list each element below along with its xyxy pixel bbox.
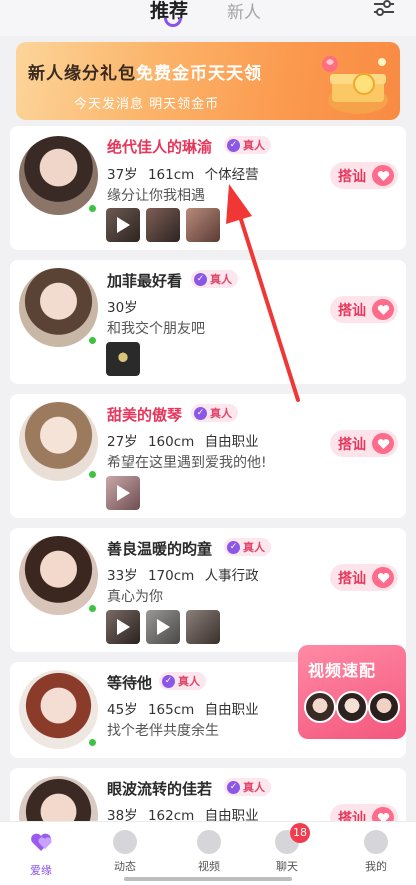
nav-love[interactable]: 爱缘 [11,830,71,878]
top-tab-bar: 推荐 新人 [0,0,416,36]
avatar[interactable] [19,402,98,481]
play-icon [117,217,130,233]
heart-icon [372,165,394,186]
profile-meta: 45岁 165cm 自由职业 [107,702,259,718]
profile-name: 善良温暖的昀童 [107,540,213,558]
profile-motto: 和我交个朋友吧 [107,321,205,337]
online-indicator [88,470,97,479]
filter-icon[interactable] [373,0,395,18]
banner-subtitle: 今天发消息 明天领金币 [74,97,220,112]
profile-motto: 找个老伴共度余生 [107,723,219,739]
profile-meta: 27岁 160cm 自由职业 [107,434,259,450]
nav-me[interactable]: 我的 [346,830,406,874]
tab-newcomer[interactable]: 新人 [227,0,261,23]
profile-card[interactable]: 善良温暖的昀童 ✓ 真人 33岁 170cm 人事行政 真心为你 搭讪 [10,528,406,652]
online-indicator [88,604,97,613]
avatar[interactable] [19,670,98,749]
media-thumbnails [106,476,140,510]
banner-title: 新人缘分礼包免费金币天天领 [28,64,262,84]
profile-meta: 37岁 161cm 个体经营 [107,167,259,183]
online-indicator [88,738,97,747]
verified-check-icon: ✓ [227,138,240,152]
verified-badge: ✓ 真人 [159,672,206,690]
media-thumbnails [106,208,220,242]
video-thumbnail[interactable] [106,476,140,510]
profile-icon [364,830,388,854]
compass-icon [113,830,137,854]
verified-check-icon: ✓ [227,780,240,794]
bottom-nav: 爱缘 动态 视频 聊天 我的 [0,821,416,885]
verified-check-icon: ✓ [227,540,240,554]
home-indicator [124,877,292,881]
avatar[interactable] [19,136,98,215]
verified-badge: ✓ 真人 [224,778,271,796]
video-thumbnail[interactable] [146,610,180,644]
video-thumbnail[interactable] [106,208,140,242]
verified-badge: ✓ 真人 [224,136,271,154]
avatar[interactable] [19,268,98,347]
profile-motto: 希望在这里遇到爱我的他! [107,455,267,471]
greet-button[interactable]: 搭讪 [330,162,398,189]
photo-thumbnail[interactable] [106,342,140,376]
match-avatar [336,691,368,723]
nav-moments[interactable]: 动态 [95,830,155,874]
online-indicator [88,204,97,213]
heart-icon [372,567,394,588]
media-thumbnails [106,342,140,376]
play-icon [197,830,221,854]
play-icon [117,619,130,635]
heart-icon [372,299,394,320]
online-indicator [88,336,97,345]
profile-name: 加菲最好看 [107,272,183,290]
gift-box-icon [322,56,388,114]
match-avatar [304,691,336,723]
match-avatar [368,691,400,723]
profile-name: 等待他 [107,674,153,692]
verified-check-icon: ✓ [194,406,207,420]
profile-meta: 30岁 [107,300,138,316]
profile-motto: 缘分让你我相遇 [107,188,205,204]
verified-check-icon: ✓ [162,674,175,688]
profile-name: 绝代佳人的琳渝 [107,138,213,156]
profile-meta: 33岁 170cm 人事行政 [107,568,259,584]
photo-thumbnail[interactable] [146,208,180,242]
greet-button[interactable]: 搭讪 [330,430,398,457]
heart-icon [31,833,52,851]
promo-banner[interactable]: 新人缘分礼包免费金币天天领 今天发消息 明天领金币 [16,42,400,120]
nav-video[interactable]: 视频 [179,830,239,874]
verified-check-icon: ✓ [194,272,207,286]
greet-button[interactable]: 搭讪 [330,296,398,323]
greet-button[interactable]: 搭讪 [330,564,398,591]
play-icon [117,485,130,501]
video-match-label: 视频速配 [308,661,377,680]
profile-name: 甜美的傲琴 [107,406,183,424]
tab-indicator [164,18,182,27]
profile-card[interactable]: 绝代佳人的琳渝 ✓ 真人 37岁 161cm 个体经营 缘分让你我相遇 搭讪 [10,126,406,250]
profile-card[interactable]: 眼波流转的佳若 ✓ 真人 38岁 162cm 自由职业 搭讪 [10,768,406,855]
profile-name: 眼波流转的佳若 [107,780,213,798]
verified-badge: ✓ 真人 [224,538,271,556]
photo-thumbnail[interactable] [186,610,220,644]
video-match-widget[interactable]: 视频速配 [298,645,406,739]
profile-card[interactable]: 加菲最好看 ✓ 真人 30岁 和我交个朋友吧 搭讪 [10,260,406,384]
play-icon [157,619,170,635]
verified-badge: ✓ 真人 [191,404,238,422]
media-thumbnails [106,610,220,644]
photo-thumbnail[interactable] [186,208,220,242]
profile-card[interactable]: 甜美的傲琴 ✓ 真人 27岁 160cm 自由职业 希望在这里遇到爱我的他! 搭讪 [10,394,406,518]
heart-icon [372,433,394,454]
verified-badge: ✓ 真人 [191,270,238,288]
chat-unread-badge: 18 [290,823,310,843]
video-thumbnail[interactable] [106,610,140,644]
profile-motto: 真心为你 [107,589,163,605]
avatar[interactable] [19,536,98,615]
